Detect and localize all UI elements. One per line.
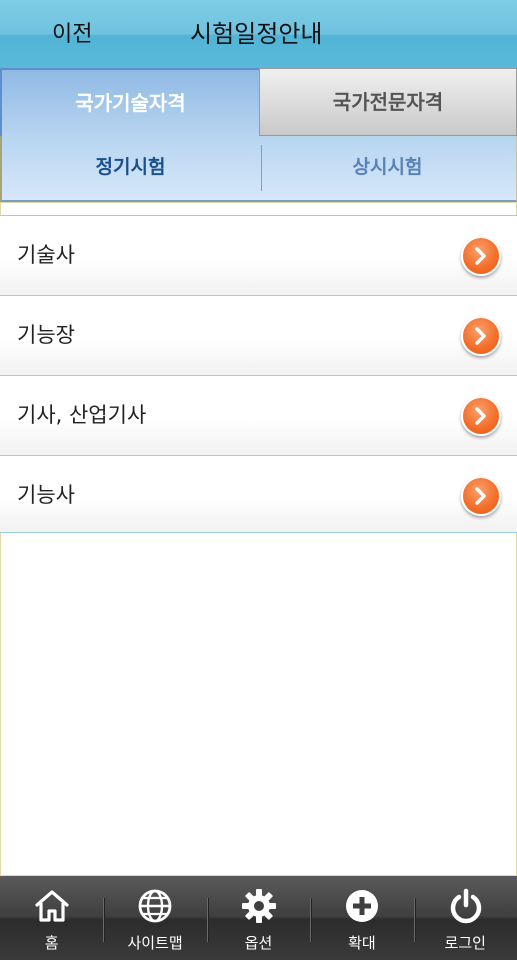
power-icon (450, 888, 481, 924)
list-item-label: 기사, 산업기사 (17, 403, 147, 427)
list-item-craftsman[interactable]: 기능사 (0, 455, 517, 533)
nav-zoom[interactable]: 확대 (310, 876, 413, 960)
nav-label: 홈 (44, 934, 59, 952)
gear-icon (241, 889, 276, 923)
list-item-engineer-industrial-engineer[interactable]: 기사, 산업기사 (0, 375, 517, 455)
nav-label: 확대 (348, 934, 376, 952)
back-button[interactable]: 이전 (52, 18, 92, 52)
home-icon (35, 890, 69, 922)
plus-circle-icon (346, 890, 379, 922)
chevron-right-icon[interactable] (461, 316, 501, 356)
nav-label: 사이트맵 (127, 934, 183, 952)
sub-tabs: 정기시험 상시시험 (0, 136, 517, 202)
nav-home[interactable]: 홈 (0, 876, 103, 960)
subtab-divider (261, 145, 262, 191)
exam-category-list: 기술사 기능장 기사, 산업기사 기능사 (0, 215, 517, 533)
header-bar: 이전 시험일정안내 (0, 0, 517, 68)
subtab-regular-exam[interactable]: 정기시험 (2, 136, 259, 200)
tab-national-technical[interactable]: 국가기술자격 (0, 68, 259, 136)
globe-icon (138, 889, 172, 923)
list-item-professional-engineer[interactable]: 기술사 (0, 215, 517, 295)
page-title: 시험일정안내 (190, 20, 323, 48)
bottom-navigation: 홈 사이트맵 옵션 확대 로그인 (0, 876, 517, 960)
nav-login[interactable]: 로그인 (413, 876, 517, 960)
chevron-right-icon[interactable] (461, 476, 501, 516)
nav-label: 옵션 (244, 934, 273, 952)
main-tabs: 국가기술자격 국가전문자격 (0, 68, 517, 136)
list-item-label: 기능장 (17, 323, 75, 347)
list-item-master-craftsman[interactable]: 기능장 (0, 295, 517, 375)
nav-options[interactable]: 옵션 (206, 876, 310, 960)
list-item-label: 기능사 (17, 483, 75, 507)
list-item-label: 기술사 (17, 243, 75, 267)
tab-national-professional[interactable]: 국가전문자격 (259, 68, 517, 136)
subtab-ongoing-exam[interactable]: 상시시험 (259, 136, 516, 200)
chevron-right-icon[interactable] (461, 236, 501, 276)
chevron-right-icon[interactable] (461, 396, 501, 436)
nav-label: 로그인 (444, 934, 486, 952)
nav-sitemap[interactable]: 사이트맵 (103, 876, 206, 960)
